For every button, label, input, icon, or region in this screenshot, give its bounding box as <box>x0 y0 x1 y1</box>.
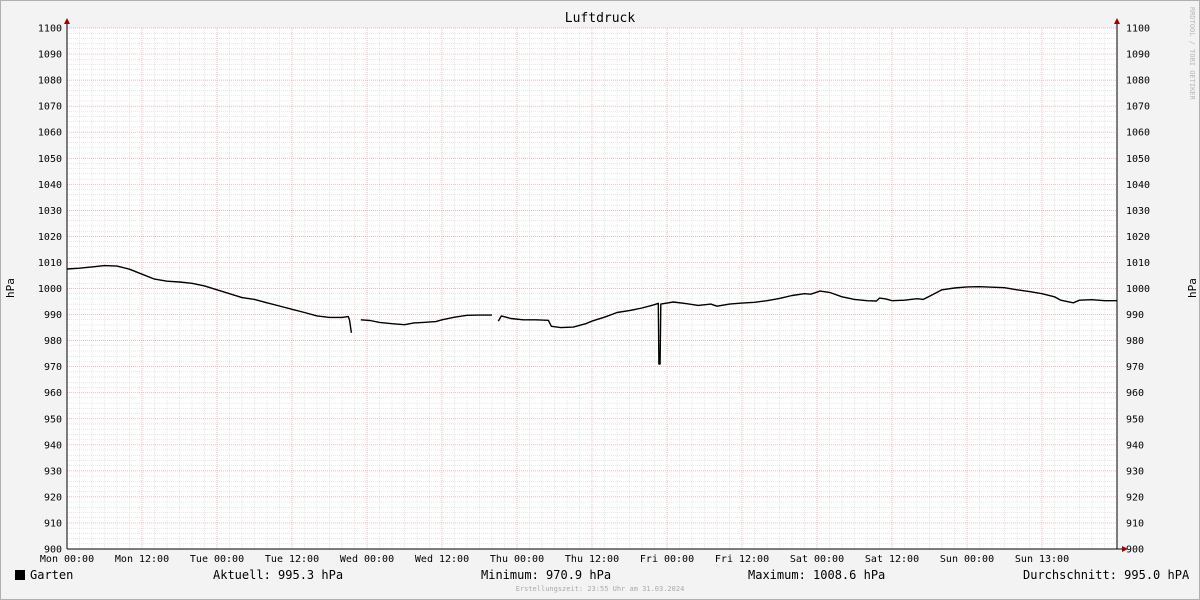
y-tick-label-left: 1090 <box>38 50 62 61</box>
x-tick-label: Wed 12:00 <box>415 554 469 565</box>
y-axis-arrow-left <box>64 18 70 24</box>
y-tick-label-left: 1050 <box>38 154 62 165</box>
y-tick-label-left: 1070 <box>38 102 62 113</box>
y-tick-label-right: 1000 <box>1126 284 1150 295</box>
y-tick-label-right: 1040 <box>1126 180 1150 191</box>
legend-maximum: Maximum: 1008.6 hPa <box>748 568 886 582</box>
y-tick-label-left: 1020 <box>38 232 62 243</box>
line-chart: 900 900910 910920 920930 930940 940950 950960 9… <box>4 18 1199 565</box>
legend-aktuell: Aktuell: 995.3 hPa <box>213 568 344 582</box>
y-tick-label-right: 1050 <box>1126 154 1150 165</box>
footer-timestamp: Erstellungszeit: 23:55 Uhr am 31.03.2024 <box>515 585 685 593</box>
y-tick-label-left: 960 <box>44 388 62 399</box>
x-tick-label: Sat 12:00 <box>865 554 919 565</box>
x-tick-label: Mon 00:00 <box>40 554 94 565</box>
x-tick-label: Sat 00:00 <box>790 554 844 565</box>
y-tick-label-left: 970 <box>44 362 62 373</box>
y-tick-label-left: 1030 <box>38 206 62 217</box>
y-tick-label-right: 1090 <box>1126 50 1150 61</box>
y-tick-label-left: 1100 <box>38 24 62 35</box>
legend-minimum: Minimum: 970.9 hPa <box>481 568 612 582</box>
y-tick-label-right: 960 <box>1126 388 1144 399</box>
y-tick-label-right: 1060 <box>1126 128 1150 139</box>
y-tick-label-left: 1040 <box>38 180 62 191</box>
x-tick-label: Tue 12:00 <box>265 554 319 565</box>
legend-durchschnitt: Durchschnitt: 995.0 hPA <box>1023 568 1190 582</box>
legend: Garten Aktuell: 995.3 hPa Minimum: 970.9… <box>0 568 1200 584</box>
y-tick-label-left: 1060 <box>38 128 62 139</box>
x-tick-label: Sun 00:00 <box>940 554 994 565</box>
y-tick-label-left: 930 <box>44 466 62 477</box>
x-tick-label: Thu 12:00 <box>565 554 619 565</box>
x-tick-label: Fri 12:00 <box>715 554 769 565</box>
x-tick-label: Wed 00:00 <box>340 554 394 565</box>
y-tick-label-right: 980 <box>1126 336 1144 347</box>
y-tick-label-right: 920 <box>1126 492 1144 503</box>
x-tick-label: Sun 13:00 <box>1015 554 1069 565</box>
y-tick-label-right: 970 <box>1126 362 1144 373</box>
y-tick-label-left: 940 <box>44 440 62 451</box>
y-tick-label-left: 1000 <box>38 284 62 295</box>
y-tick-label-left: 1010 <box>38 258 62 269</box>
y-tick-label-left: 910 <box>44 518 62 529</box>
y-tick-label-right: 1100 <box>1126 24 1150 35</box>
y-tick-label-left: 920 <box>44 492 62 503</box>
y-tick-label-right: 950 <box>1126 414 1144 425</box>
y-tick-label-right: 1020 <box>1126 232 1150 243</box>
y-tick-label-right: 1010 <box>1126 258 1150 269</box>
y-tick-label-right: 1070 <box>1126 102 1150 113</box>
x-tick-label: Thu 00:00 <box>490 554 544 565</box>
x-tick-label: Mon 12:00 <box>115 554 169 565</box>
y-tick-label-right: 940 <box>1126 440 1144 451</box>
x-tick-label: Tue 00:00 <box>190 554 244 565</box>
y-axis-label-left: hPa <box>4 278 17 298</box>
y-tick-label-right: 990 <box>1126 310 1144 321</box>
y-tick-label-right: 930 <box>1126 466 1144 477</box>
y-tick-label-right: 910 <box>1126 518 1144 529</box>
legend-series-label: Garten <box>30 568 74 582</box>
y-tick-label-left: 1080 <box>38 76 62 87</box>
x-tick-label: Fri 00:00 <box>640 554 694 565</box>
y-tick-label-left: 950 <box>44 414 62 425</box>
y-tick-label-right: 1080 <box>1126 76 1150 87</box>
y-axis-label-right: hPa <box>1186 278 1199 298</box>
y-axis-arrow-right <box>1114 18 1120 24</box>
y-tick-label-left: 990 <box>44 310 62 321</box>
y-tick-label-left: 980 <box>44 336 62 347</box>
y-tick-label-right: 900 <box>1126 545 1144 556</box>
y-tick-label-right: 1030 <box>1126 206 1150 217</box>
